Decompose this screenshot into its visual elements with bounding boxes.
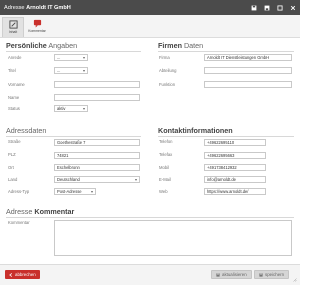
telefax-input[interactable]: +49622695663	[204, 152, 266, 159]
toolbar: Inhalt Kommentar	[0, 15, 300, 38]
section-title-bold: Firmen	[158, 41, 182, 50]
tab-inhalt-label: Inhalt	[8, 30, 18, 34]
ort-input[interactable]: Eschelbronn	[54, 164, 140, 171]
footer-bar: abbrechen aktualisieren speichern	[0, 264, 300, 285]
web-input[interactable]: https://www.arnoldt.de/	[204, 188, 266, 195]
label-abteilung: Abteilung	[159, 68, 177, 73]
kommentar-textarea[interactable]	[54, 220, 292, 256]
tab-kommentar-label: Kommentar	[28, 29, 46, 33]
tab-kommentar[interactable]: Kommentar	[26, 17, 48, 37]
anrede-select[interactable]: ...	[54, 54, 88, 61]
tab-inhalt[interactable]: Inhalt	[2, 17, 24, 37]
divider	[158, 51, 294, 52]
label-status: Status	[8, 106, 20, 111]
label-vorname: Vorname	[8, 82, 25, 87]
label-kommentar: Kommentar	[8, 220, 30, 225]
window-title: Adresse Arnoldt IT GmbH	[4, 5, 71, 11]
telefon-input[interactable]: +49622695110	[204, 139, 266, 146]
cancel-button-label: abbrechen	[15, 272, 36, 277]
label-telefon: Telefon	[159, 139, 173, 144]
label-web: Web	[159, 189, 168, 194]
label-mobil: Mobil	[159, 165, 170, 170]
label-titel: Titel	[8, 68, 16, 73]
floppy-alt-icon[interactable]	[264, 5, 270, 11]
save-icon	[216, 272, 220, 277]
divider	[6, 217, 294, 218]
label-name: Name	[8, 95, 20, 100]
label-anrede: Anrede	[8, 55, 22, 60]
divider	[158, 136, 294, 137]
label-firma: Firma	[159, 55, 170, 60]
save-button-label: speichern	[265, 272, 285, 277]
label-strasse: Straße	[8, 139, 21, 144]
plz-input[interactable]: 74821	[54, 152, 140, 159]
window-title-name: Arnoldt IT GmbH	[26, 4, 71, 11]
section-title-firmen: Firmen Daten	[158, 41, 203, 50]
section-title-rest: Daten	[183, 41, 204, 50]
label-land: Land	[8, 177, 18, 182]
section-title-bold: Kontaktinformationen	[158, 126, 233, 135]
label-plz: PLZ	[8, 152, 16, 157]
label-email: E-Mail	[159, 177, 171, 182]
refresh-button-label: aktualisieren	[222, 272, 247, 277]
divider	[6, 51, 141, 52]
abteilung-input[interactable]	[204, 67, 292, 74]
edit-icon	[8, 20, 18, 29]
land-select[interactable]: Deutschland	[54, 176, 140, 183]
name-input[interactable]	[54, 94, 140, 101]
cancel-button[interactable]: abbrechen	[5, 270, 40, 279]
refresh-button[interactable]: aktualisieren	[211, 270, 252, 279]
section-title-bold: Persönliche	[6, 41, 47, 50]
section-title-persoenlich: Persönliche Angaben	[6, 41, 77, 50]
close-icon[interactable]	[290, 5, 296, 11]
label-funktion: Funktion	[159, 82, 176, 87]
section-title-bold: Kommentar	[34, 207, 75, 216]
resize-handle-icon[interactable]	[292, 277, 297, 282]
mobil-input[interactable]: +491738412932	[204, 164, 266, 171]
save-icon[interactable]	[251, 5, 257, 11]
save-button[interactable]: speichern	[254, 270, 290, 279]
label-telefax: Telefax	[159, 152, 173, 157]
window-title-prefix: Adresse	[4, 4, 25, 11]
funktion-input[interactable]	[204, 81, 292, 88]
comment-icon	[33, 19, 41, 28]
section-title-kommentar: Adresse Kommentar	[6, 207, 74, 216]
section-title-kontakt: Kontaktinformationen	[158, 126, 233, 135]
divider	[6, 136, 141, 137]
window-titlebar: Adresse Arnoldt IT GmbH	[0, 0, 300, 15]
save-icon	[259, 272, 263, 277]
section-title-rest: Adresse	[6, 207, 33, 216]
label-ort: Ort	[8, 165, 14, 170]
label-adress-typ: Adress-Typ	[8, 189, 30, 194]
email-input[interactable]: info@arnoldt.de	[204, 176, 266, 183]
arrow-left-icon	[9, 272, 13, 277]
titel-select[interactable]: ...	[54, 67, 88, 74]
adress-typ-select[interactable]: Post-Adresse	[54, 188, 96, 195]
maximize-icon[interactable]	[277, 4, 283, 11]
status-select[interactable]: aktiv	[54, 105, 88, 112]
strasse-input[interactable]: Goethestraße 7	[54, 139, 140, 146]
section-title-adresse: Adressdaten	[6, 126, 47, 135]
section-title-rest: Angaben	[48, 41, 78, 50]
window-controls	[251, 4, 296, 11]
firma-input[interactable]: Arnoldt IT Dienstleistungen GmbH	[204, 54, 292, 61]
content-panel: Persönliche Angaben Anrede ... Titel ...…	[0, 38, 300, 285]
vorname-input[interactable]	[54, 81, 140, 88]
